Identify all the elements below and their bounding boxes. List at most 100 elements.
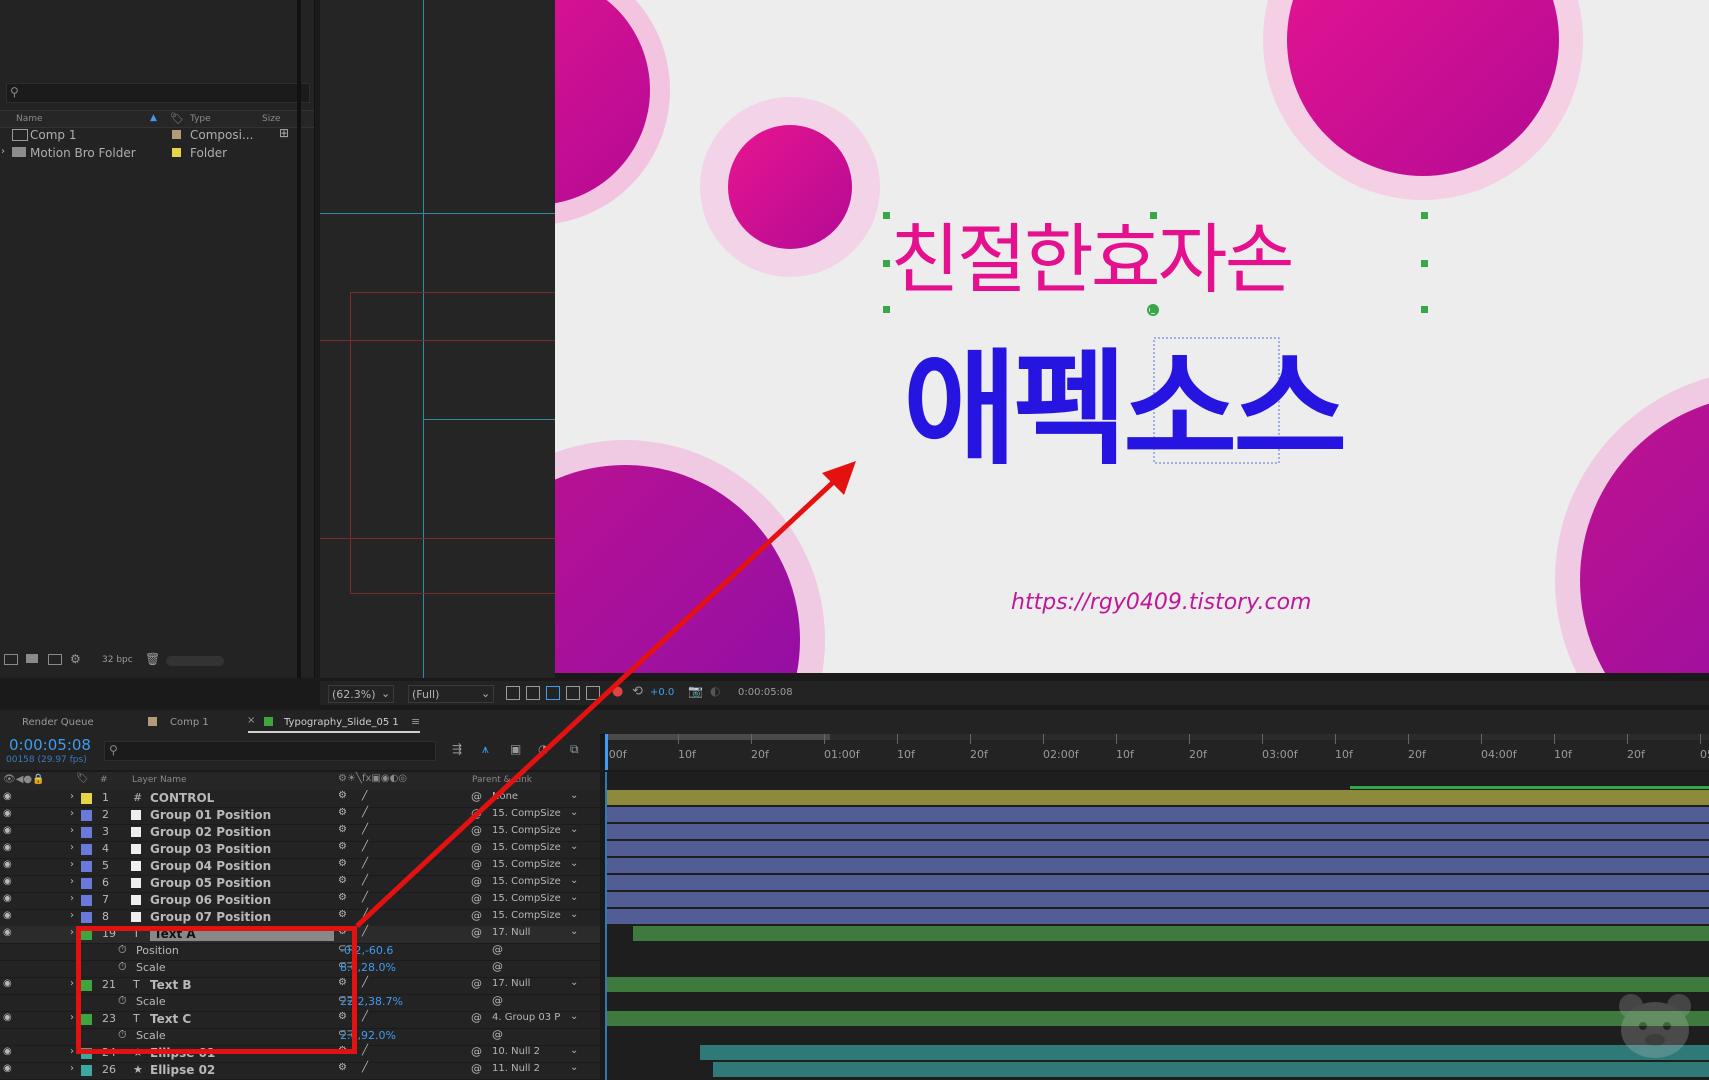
visibility-eye-icon[interactable]: ◉ (3, 1063, 12, 1074)
parent-dropdown[interactable]: None ⌄ (490, 790, 578, 805)
exposure-value[interactable]: +0.0 (650, 687, 674, 698)
quality-switch-icon[interactable]: ╱ (362, 1062, 368, 1073)
parent-dropdown[interactable]: 17. Null ⌄ (490, 926, 578, 941)
timeline-search-input[interactable]: ⚲ (104, 741, 436, 761)
label-swatch[interactable] (81, 912, 92, 923)
shy-switch-icon[interactable]: ⚙ (338, 875, 347, 886)
frame-blending-icon[interactable]: ◔ (538, 742, 548, 756)
layer-row[interactable]: ◉ › 26 ★ Ellipse 02 ⚙ ╱ @11. Null 2 ⌄ (0, 1062, 600, 1080)
pickwhip-icon[interactable]: @ (471, 875, 482, 888)
label-swatch[interactable] (81, 861, 92, 872)
visibility-eye-icon[interactable]: ◉ (3, 842, 12, 853)
shy-switch-icon[interactable]: ⚙ (338, 807, 347, 818)
layer-name[interactable]: Group 06 Position (150, 893, 271, 907)
layer-duration-bar[interactable] (607, 909, 1709, 924)
quality-switch-icon[interactable]: ╱ (362, 1011, 368, 1022)
layer-row[interactable]: ◉ › 8 Group 07 Position ⚙ ╱ @15. CompSize ⌄ (0, 909, 600, 927)
work-area-range[interactable] (605, 734, 830, 740)
label-swatch[interactable] (172, 130, 181, 139)
color-channels-icon[interactable]: ● (612, 684, 623, 699)
expand-arrow-icon[interactable]: › (70, 910, 74, 921)
visibility-eye-icon[interactable]: ◉ (3, 978, 12, 989)
visibility-eye-icon[interactable]: ◉ (3, 825, 12, 836)
transparency-grid-icon[interactable] (526, 686, 540, 700)
layer-duration-bar[interactable] (607, 977, 1709, 992)
time-ruler[interactable]: :00f 10f 20f 01:00f 10f 20f 02:00f 10f 20f 03:00f… (605, 734, 1709, 770)
shy-switch-icon[interactable]: ⚙ (338, 841, 347, 852)
column-layer-name[interactable]: Layer Name (132, 775, 187, 785)
layer-name[interactable]: Ellipse 02 (150, 1063, 215, 1077)
project-item[interactable]: Comp 1 Composi... ⊞ (0, 126, 314, 144)
pickwhip-icon[interactable]: @ (471, 1011, 482, 1024)
expand-arrow-icon[interactable]: › (1, 146, 5, 157)
switches-icon[interactable]: ⚙☀╲fx▣◉◐◎ (338, 773, 407, 784)
visibility-eye-icon[interactable]: ◉ (3, 1046, 12, 1057)
pickwhip-icon[interactable]: @ (471, 858, 482, 871)
pickwhip-icon[interactable]: @ (471, 807, 482, 820)
label-swatch[interactable] (172, 148, 181, 157)
composition-canvas[interactable]: 친절한효자손 애펙소스 https://rgy0409.tistory.com (555, 0, 1709, 673)
flowchart-icon[interactable]: ⊞ (279, 126, 289, 140)
pickwhip-icon[interactable]: @ (471, 1045, 482, 1058)
expand-arrow-icon[interactable]: › (70, 1012, 74, 1023)
expression-icon[interactable]: @ (492, 960, 503, 973)
snapshot-icon[interactable]: 📷 (688, 684, 703, 698)
pickwhip-icon[interactable]: @ (471, 841, 482, 854)
layer-row[interactable]: ◉ › 6 Group 05 Position ⚙ ╱ @15. CompSize ⌄ (0, 875, 600, 893)
column-type[interactable]: Type (190, 114, 211, 124)
parent-dropdown[interactable]: 15. CompSize ⌄ (490, 841, 578, 856)
shy-switch-icon[interactable]: ⚙ (338, 892, 347, 903)
visibility-eye-icon[interactable]: ◉ (3, 927, 12, 938)
shy-switch-icon[interactable]: ⚙ (338, 1062, 347, 1073)
layer-duration-bar[interactable] (607, 858, 1709, 873)
draft-3d-icon[interactable]: ⩚ (482, 742, 489, 757)
fast-previews-icon[interactable] (506, 686, 520, 700)
column-parent[interactable]: Parent & Link (472, 775, 532, 785)
label-swatch[interactable] (81, 844, 92, 855)
sort-ascending-icon[interactable]: ▲ (150, 113, 157, 123)
quality-switch-icon[interactable]: ╱ (362, 926, 368, 937)
shy-switch-icon[interactable]: ⚙ (338, 909, 347, 920)
visibility-eye-icon[interactable]: ◉ (3, 859, 12, 870)
parent-dropdown[interactable]: 11. Null 2 ⌄ (490, 1062, 578, 1077)
roi-icon[interactable] (566, 686, 580, 700)
layer-duration-bar[interactable] (607, 841, 1709, 856)
visibility-eye-icon[interactable]: ◉ (3, 910, 12, 921)
quality-switch-icon[interactable]: ╱ (362, 892, 368, 903)
zoom-dropdown[interactable]: (62.3%) ⌄ (328, 685, 394, 703)
pickwhip-icon[interactable]: @ (471, 824, 482, 837)
layer-name[interactable]: Group 02 Position (150, 825, 271, 839)
visibility-eye-icon[interactable]: ◉ (3, 876, 12, 887)
tab-comp-1[interactable]: Comp 1 (170, 717, 209, 728)
guides-icon[interactable] (586, 686, 600, 700)
shy-layers-icon[interactable]: ▣ (510, 742, 521, 756)
parent-dropdown[interactable]: 15. CompSize ⌄ (490, 909, 578, 924)
layer-row[interactable]: ◉ › 5 Group 04 Position ⚙ ╱ @15. CompSize ⌄ (0, 858, 600, 876)
layer-duration-bar[interactable] (607, 892, 1709, 907)
layer-duration-bar[interactable] (607, 824, 1709, 839)
shy-switch-icon[interactable]: ⚙ (338, 858, 347, 869)
tab-typography-slide[interactable]: Typography_Slide_05 1 (284, 717, 399, 728)
label-swatch[interactable] (81, 1065, 92, 1076)
expression-icon[interactable]: @ (492, 943, 503, 956)
close-icon[interactable]: × (247, 715, 255, 726)
reset-exposure-icon[interactable]: ⟲ (632, 684, 643, 699)
quality-switch-icon[interactable]: ╱ (362, 1045, 368, 1056)
parent-dropdown[interactable]: 15. CompSize ⌄ (490, 824, 578, 839)
visibility-eye-icon[interactable]: ◉ (3, 893, 12, 904)
quality-switch-icon[interactable]: ╱ (362, 875, 368, 886)
layer-name[interactable]: CONTROL (150, 791, 214, 805)
label-swatch[interactable] (81, 810, 92, 821)
layer-row[interactable]: ◉ › 2 Group 01 Position ⚙ ╱ @15. CompSize ⌄ (0, 807, 600, 825)
layer-name[interactable]: Group 04 Position (150, 859, 271, 873)
layer-name[interactable]: Group 05 Position (150, 876, 271, 890)
parent-dropdown[interactable]: 17. Null ⌄ (490, 977, 578, 992)
expand-arrow-icon[interactable]: › (70, 842, 74, 853)
parent-dropdown[interactable]: 15. CompSize ⌄ (490, 807, 578, 822)
tab-render-queue[interactable]: Render Queue (22, 717, 94, 728)
expand-arrow-icon[interactable]: › (70, 1063, 74, 1074)
expand-arrow-icon[interactable]: › (70, 927, 74, 938)
label-tag-icon[interactable]: 🏷 (170, 112, 184, 125)
layer-row[interactable]: ◉ › 3 Group 02 Position ⚙ ╱ @15. CompSize ⌄ (0, 824, 600, 842)
viewer-timecode[interactable]: 0:00:05:08 (738, 687, 793, 698)
